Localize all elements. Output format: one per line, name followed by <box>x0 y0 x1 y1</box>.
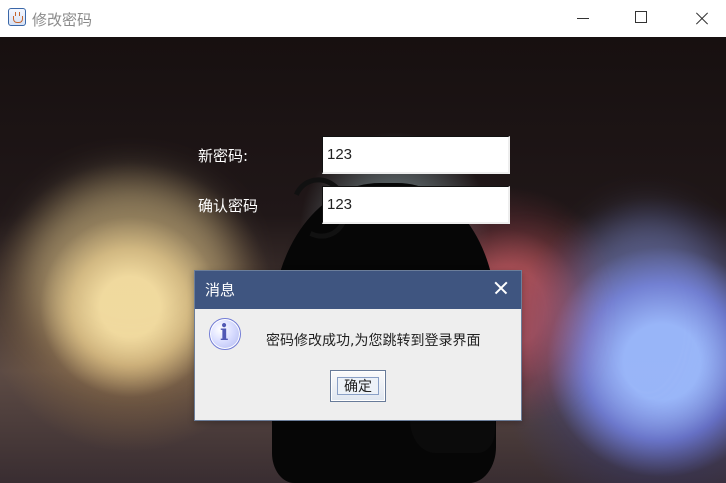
dialog-message: 密码修改成功,为您跳转到登录界面 <box>266 333 481 349</box>
java-cup-icon <box>8 8 26 26</box>
ok-button[interactable]: 确定 <box>330 370 386 402</box>
info-icon: i <box>209 318 241 350</box>
window-title: 修改密码 <box>32 11 93 29</box>
message-dialog: 消息 i 密码修改成功,为您跳转到登录界面 确定 <box>194 270 522 421</box>
minimize-button[interactable] <box>553 0 611 37</box>
dialog-close-button[interactable] <box>492 279 510 297</box>
close-button[interactable] <box>670 0 726 37</box>
firework-glow-right <box>565 212 726 442</box>
new-password-label: 新密码: <box>198 147 249 165</box>
dialog-title: 消息 <box>205 281 236 299</box>
window-titlebar: 修改密码 <box>0 0 726 37</box>
confirm-password-field[interactable]: 123 <box>322 186 510 224</box>
maximize-button[interactable] <box>612 0 670 37</box>
dialog-titlebar: 消息 <box>195 271 521 309</box>
ok-button-label: 确定 <box>337 377 379 395</box>
confirm-password-label: 确认密码 <box>198 197 259 215</box>
minimize-icon <box>577 18 589 19</box>
new-password-field[interactable]: 123 <box>322 136 510 174</box>
maximize-icon <box>635 11 647 23</box>
